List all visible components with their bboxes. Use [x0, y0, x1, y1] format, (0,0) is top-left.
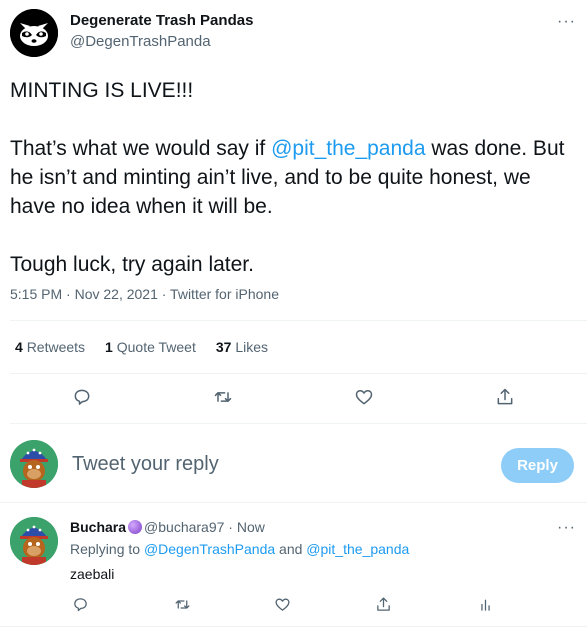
quotes-count: 1 — [105, 339, 113, 355]
replying-prefix: Replying to — [70, 541, 144, 557]
reply-more-options-icon[interactable]: ··· — [557, 519, 576, 537]
divider — [10, 423, 587, 424]
user-avatar[interactable] — [10, 440, 58, 488]
reply-text: zaebali — [70, 566, 115, 582]
divider — [0, 626, 587, 627]
retweets-label: Retweets — [26, 339, 86, 355]
reply-button[interactable]: Reply — [501, 448, 574, 483]
more-options-icon[interactable]: ··· — [557, 13, 576, 31]
retweets-count: 4 — [15, 339, 23, 355]
tweet-timestamp[interactable]: 5:15 PM · Nov 22, 2021 · Twitter for iPh… — [10, 286, 279, 302]
divider — [0, 502, 587, 503]
tweet-paragraph-2: That’s what we would say if @pit_the_pan… — [10, 134, 580, 221]
mention-link[interactable]: @DegenTrashPanda — [144, 541, 275, 557]
reply-handle-time[interactable]: @buchara97 · Now — [144, 519, 265, 535]
retweets-stat[interactable]: 4 Retweets — [15, 339, 85, 355]
tweet-line-1: MINTING IS LIVE!!! — [10, 79, 194, 102]
tweet-stats: 4 Retweets 1 Quote Tweet 37 Likes — [15, 339, 288, 355]
author-avatar[interactable] — [10, 9, 58, 57]
likes-stat[interactable]: 37 Likes — [216, 339, 268, 355]
author-handle[interactable]: @DegenTrashPanda — [70, 33, 211, 50]
reply-author-name[interactable]: Buchara — [70, 519, 126, 535]
tweet-text: MINTING IS LIVE!!! That’s what we would … — [10, 76, 580, 279]
tweet-line-3: Tough luck, try again later. — [10, 253, 254, 276]
reply-icon[interactable] — [68, 383, 96, 411]
analytics-icon[interactable] — [471, 590, 499, 618]
mention-link[interactable]: @pit_the_panda — [306, 541, 409, 557]
divider — [10, 320, 587, 321]
tweet-text-part: That’s what we would say if — [10, 137, 272, 160]
reply-author-avatar[interactable] — [10, 517, 58, 565]
likes-count: 37 — [215, 339, 232, 355]
like-icon[interactable] — [350, 383, 378, 411]
quotes-label: Quote Tweet — [116, 339, 196, 355]
quote-tweets-stat[interactable]: 1 Quote Tweet — [105, 339, 196, 355]
nft-badge-icon — [128, 520, 143, 534]
reply-header: Buchara @buchara97 · Now — [70, 519, 265, 535]
divider — [10, 373, 587, 374]
reply-input[interactable]: Tweet your reply — [72, 453, 219, 476]
retweet-icon[interactable] — [168, 590, 196, 618]
reply-icon[interactable] — [66, 590, 94, 618]
likes-label: Likes — [235, 339, 269, 355]
mention-link[interactable]: @pit_the_panda — [271, 137, 425, 160]
author-name[interactable]: Degenerate Trash Pandas — [70, 12, 253, 29]
share-icon[interactable] — [491, 383, 519, 411]
retweet-icon[interactable] — [209, 383, 237, 411]
like-icon[interactable] — [268, 590, 296, 618]
replying-to: Replying to @DegenTrashPanda and @pit_th… — [70, 541, 409, 557]
share-icon[interactable] — [369, 590, 397, 618]
replying-and: and — [275, 541, 307, 557]
